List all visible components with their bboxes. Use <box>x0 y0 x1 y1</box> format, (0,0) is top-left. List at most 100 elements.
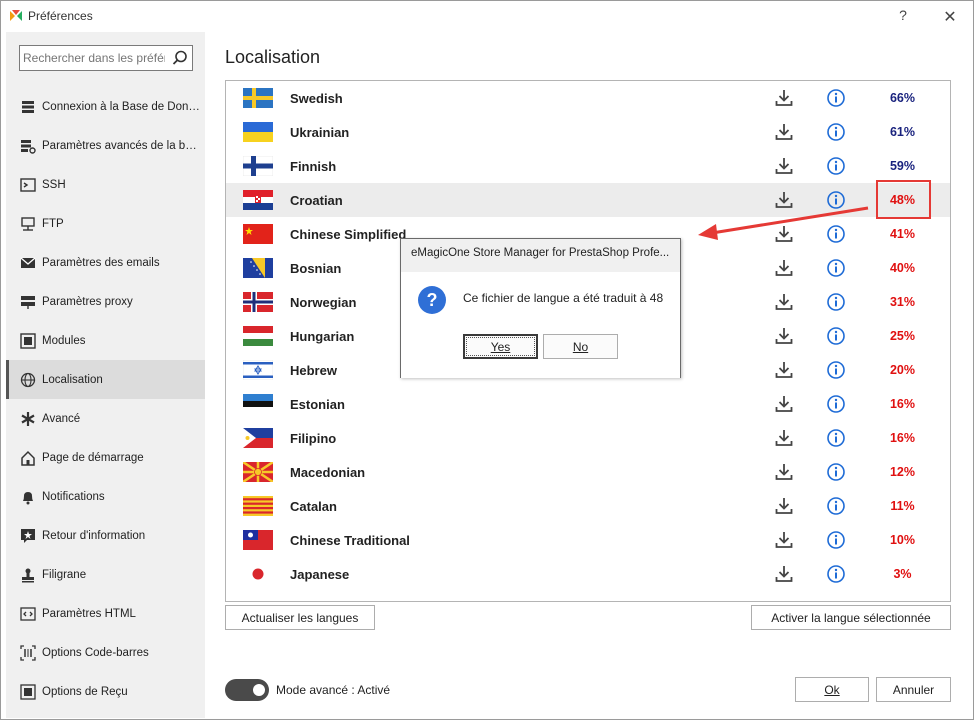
info-icon[interactable] <box>826 258 846 278</box>
translation-percent: 16% <box>889 431 916 445</box>
sidebar-item-label: Localisation <box>42 373 103 386</box>
download-icon[interactable] <box>774 496 794 516</box>
help-button[interactable]: ? <box>894 7 912 27</box>
sidebar-item-localisation[interactable]: Localisation <box>6 360 205 399</box>
sidebar-item-connexion-a-la-base-de-donnees[interactable]: Connexion à la Base de Données <box>6 87 205 126</box>
info-icon[interactable] <box>826 564 846 584</box>
sidebar-item-retour-d-information[interactable]: Retour d'information <box>6 516 205 555</box>
info-icon[interactable] <box>826 156 846 176</box>
translation-percent: 10% <box>889 533 916 547</box>
sidebar-item-modules[interactable]: Modules <box>6 321 205 360</box>
home-icon <box>20 450 36 466</box>
flag-ph-icon <box>243 428 273 448</box>
sidebar-item-options-code-barres[interactable]: Options Code-barres <box>6 633 205 672</box>
download-icon[interactable] <box>774 360 794 380</box>
info-icon[interactable] <box>826 462 846 482</box>
proxy-icon <box>20 294 36 310</box>
language-name: Finnish <box>290 159 337 174</box>
sidebar-item-ssh[interactable]: SSH <box>6 165 205 204</box>
dialog-body: ? Ce fichier de langue a été traduit à 4… <box>401 272 680 378</box>
sidebar-item-parametres-des-emails[interactable]: Paramètres des emails <box>6 243 205 282</box>
language-row[interactable]: Filipino 16% <box>226 421 950 455</box>
language-row[interactable]: Swedish 66% <box>226 81 950 115</box>
download-icon[interactable] <box>774 122 794 142</box>
sidebar-item-page-de-demarrage[interactable]: Page de démarrage <box>6 438 205 477</box>
sidebar: Connexion à la Base de Données Paramètres… <box>6 32 205 718</box>
sidebar-item-label: Connexion à la Base de Données <box>42 100 202 113</box>
yes-button[interactable]: Yes <box>463 334 538 359</box>
language-name: Norwegian <box>290 295 357 310</box>
yes-label: Yes <box>490 339 511 354</box>
sidebar-item-parametres-html[interactable]: Paramètres HTML <box>6 594 205 633</box>
info-icon[interactable] <box>826 326 846 346</box>
info-icon[interactable] <box>826 496 846 516</box>
dialog-message: Ce fichier de langue a été traduit à 48 <box>463 291 664 305</box>
download-icon[interactable] <box>774 88 794 108</box>
flag-ua-icon <box>243 122 273 142</box>
no-button[interactable]: No <box>543 334 618 359</box>
info-icon[interactable] <box>826 394 846 414</box>
language-row[interactable]: Japanese 3% <box>226 557 950 591</box>
activate-language-button[interactable]: Activer la langue sélectionnée <box>751 605 951 630</box>
close-button[interactable]: ✕ <box>939 7 961 27</box>
sidebar-item-parametres-proxy[interactable]: Paramètres proxy <box>6 282 205 321</box>
sidebar-item-ftp[interactable]: FTP <box>6 204 205 243</box>
sidebar-item-label: Avancé <box>42 412 81 425</box>
app-logo-icon <box>10 10 22 21</box>
sidebar-item-avance[interactable]: Avancé <box>6 399 205 438</box>
info-icon[interactable] <box>826 292 846 312</box>
search-icon[interactable] <box>171 49 189 67</box>
code-icon <box>20 606 36 622</box>
flag-ct-icon <box>243 496 273 516</box>
sidebar-item-filigrane[interactable]: Filigrane <box>6 555 205 594</box>
receipt-icon <box>20 683 36 700</box>
sidebar-item-label: Paramètres HTML <box>42 607 136 620</box>
flag-no-icon <box>243 292 273 312</box>
translation-percent: 59% <box>889 159 916 173</box>
translation-percent: 31% <box>889 295 916 309</box>
ok-button[interactable]: Ok <box>795 677 869 702</box>
download-icon[interactable] <box>774 292 794 312</box>
sidebar-item-notifications[interactable]: Notifications <box>6 477 205 516</box>
download-icon[interactable] <box>774 428 794 448</box>
database-icon <box>20 99 36 115</box>
stamp-icon <box>20 567 36 583</box>
sidebar-item-options-de-recu[interactable]: Options de Reçu <box>6 672 205 711</box>
info-icon[interactable] <box>826 122 846 142</box>
language-row[interactable]: Estonian 16% <box>226 387 950 421</box>
language-row[interactable]: Finnish 59% <box>226 149 950 183</box>
annotation-arrow-icon <box>698 206 869 240</box>
download-icon[interactable] <box>774 326 794 346</box>
sidebar-item-parametres-avances-de-la-base-de-donnees[interactable]: Paramètres avancés de la base de données <box>6 126 205 165</box>
download-icon[interactable] <box>774 156 794 176</box>
info-icon[interactable] <box>826 360 846 380</box>
advanced-mode-toggle[interactable] <box>225 679 269 701</box>
language-row[interactable]: Catalan 11% <box>226 489 950 523</box>
translation-percent: 20% <box>889 363 916 377</box>
language-name: Estonian <box>290 397 345 412</box>
download-icon[interactable] <box>774 530 794 550</box>
flag-mk-icon <box>242 460 274 484</box>
language-row[interactable]: Chinese Traditional 10% <box>226 523 950 557</box>
refresh-languages-button[interactable]: Actualiser les langues <box>225 605 375 630</box>
translation-percent: 66% <box>889 91 916 105</box>
info-icon[interactable] <box>826 428 846 448</box>
language-row[interactable]: Macedonian 12% <box>226 455 950 489</box>
language-name: Macedonian <box>290 465 366 480</box>
sidebar-item-label: Modules <box>42 334 86 347</box>
cancel-button[interactable]: Annuler <box>876 677 951 702</box>
info-icon[interactable] <box>826 530 846 550</box>
download-icon[interactable] <box>774 564 794 584</box>
download-icon[interactable] <box>774 258 794 278</box>
flag-fi-icon <box>242 155 274 177</box>
globe-icon <box>20 372 36 388</box>
info-icon[interactable] <box>826 88 846 108</box>
confirm-dialog: eMagicOne Store Manager for PrestaShop P… <box>400 238 681 378</box>
barcode-icon <box>20 644 36 661</box>
language-row[interactable]: Ukrainian 61% <box>226 115 950 149</box>
search-box <box>19 45 193 71</box>
download-icon[interactable] <box>774 394 794 414</box>
search-input[interactable] <box>23 50 165 66</box>
download-icon[interactable] <box>774 462 794 482</box>
language-name: Ukrainian <box>290 125 350 140</box>
